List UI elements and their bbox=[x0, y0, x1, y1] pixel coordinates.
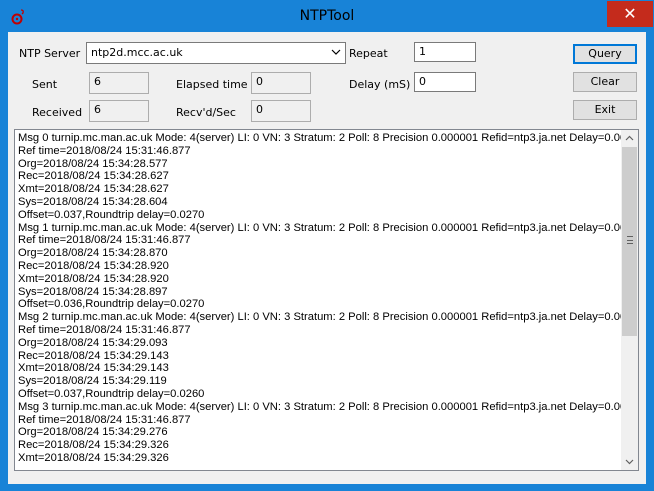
ntp-server-value: ntp2d.mcc.ac.uk bbox=[91, 46, 183, 59]
received-label: Received bbox=[32, 106, 83, 119]
log-line: Ref time=2018/08/24 15:31:46.877 bbox=[18, 234, 191, 247]
log-line: Rec=2018/08/24 15:34:28.920 bbox=[18, 259, 169, 272]
scroll-up-arrow-icon[interactable] bbox=[621, 130, 638, 147]
log-line: Msg 3 turnip.mc.man.ac.uk Mode: 4(server… bbox=[18, 400, 623, 413]
log-line: Msg 0 turnip.mc.man.ac.uk Mode: 4(server… bbox=[18, 132, 623, 144]
log-line: Sys=2018/08/24 15:34:28.604 bbox=[18, 195, 168, 208]
exit-button[interactable]: Exit bbox=[573, 100, 637, 120]
log-line: Ref time=2018/08/24 15:31:46.877 bbox=[18, 144, 191, 157]
log-line: Sys=2018/08/24 15:34:28.897 bbox=[18, 285, 168, 298]
chevron-down-icon[interactable] bbox=[331, 47, 341, 57]
log-line: Org=2018/08/24 15:34:29.276 bbox=[18, 426, 168, 439]
log-line: Sys=2018/08/24 15:34:29.119 bbox=[18, 375, 167, 388]
elapsed-time-field: 0 bbox=[251, 72, 311, 94]
log-line: Msg 2 turnip.mc.man.ac.uk Mode: 4(server… bbox=[18, 311, 623, 324]
log-line: Org=2018/08/24 15:34:29.093 bbox=[18, 336, 168, 349]
client-area: NTP Server ntp2d.mcc.ac.uk Repeat 1 Sent… bbox=[8, 32, 646, 484]
received-field: 6 bbox=[89, 100, 149, 122]
log-line: Rec=2018/08/24 15:34:29.326 bbox=[18, 439, 169, 452]
log-line: Ref time=2018/08/24 15:31:46.877 bbox=[18, 413, 191, 426]
log-line: Rec=2018/08/24 15:34:28.627 bbox=[18, 170, 169, 183]
delay-input[interactable]: 0 bbox=[414, 72, 476, 92]
scroll-down-arrow-icon[interactable] bbox=[621, 453, 638, 470]
log-line: Ref time=2018/08/24 15:31:46.877 bbox=[18, 323, 191, 336]
window-title: NTPTool bbox=[299, 8, 355, 24]
close-icon: ✕ bbox=[623, 4, 637, 23]
scrollbar-thumb[interactable] bbox=[622, 147, 637, 336]
log-line: Xmt=2018/08/24 15:34:28.920 bbox=[18, 272, 169, 285]
title-bar[interactable]: NTPTool ✕ bbox=[1, 1, 653, 32]
repeat-label: Repeat bbox=[349, 47, 388, 60]
recvd-sec-field: 0 bbox=[251, 100, 311, 122]
log-line: Offset=0.037,Roundtrip delay=0.0270 bbox=[18, 208, 205, 221]
log-line: Org=2018/08/24 15:34:28.870 bbox=[18, 247, 168, 260]
clear-button[interactable]: Clear bbox=[573, 72, 637, 92]
recvd-sec-label: Recv'd/Sec bbox=[176, 106, 236, 119]
log-text: Msg 0 turnip.mc.man.ac.uk Mode: 4(server… bbox=[18, 132, 623, 465]
log-output[interactable]: Msg 0 turnip.mc.man.ac.uk Mode: 4(server… bbox=[14, 129, 639, 471]
ntp-server-combobox[interactable]: ntp2d.mcc.ac.uk bbox=[86, 42, 346, 64]
log-line: Xmt=2018/08/24 15:34:29.143 bbox=[18, 362, 169, 375]
close-button[interactable]: ✕ bbox=[607, 1, 653, 27]
log-line: Rec=2018/08/24 15:34:29.143 bbox=[18, 349, 169, 362]
log-line: Offset=0.037,Roundtrip delay=0.0260 bbox=[18, 387, 205, 400]
sent-field: 6 bbox=[89, 72, 149, 94]
query-button[interactable]: Query bbox=[573, 44, 637, 64]
grip-icon bbox=[627, 236, 633, 244]
log-line: Xmt=2018/08/24 15:34:29.326 bbox=[18, 451, 169, 464]
log-line: Org=2018/08/24 15:34:28.577 bbox=[18, 157, 168, 170]
app-window: NTPTool ✕ NTP Server ntp2d.mcc.ac.uk Rep… bbox=[0, 0, 654, 491]
repeat-input[interactable]: 1 bbox=[414, 42, 476, 62]
delay-label: Delay (mS) bbox=[349, 78, 411, 91]
log-line: Offset=0.036,Roundtrip delay=0.0270 bbox=[18, 298, 205, 311]
ntp-server-label: NTP Server bbox=[19, 47, 81, 60]
vertical-scrollbar[interactable] bbox=[621, 130, 638, 470]
log-line: Msg 1 turnip.mc.man.ac.uk Mode: 4(server… bbox=[18, 221, 623, 234]
sent-label: Sent bbox=[32, 78, 58, 91]
log-line: Xmt=2018/08/24 15:34:28.627 bbox=[18, 183, 169, 196]
elapsed-time-label: Elapsed time bbox=[176, 78, 248, 91]
